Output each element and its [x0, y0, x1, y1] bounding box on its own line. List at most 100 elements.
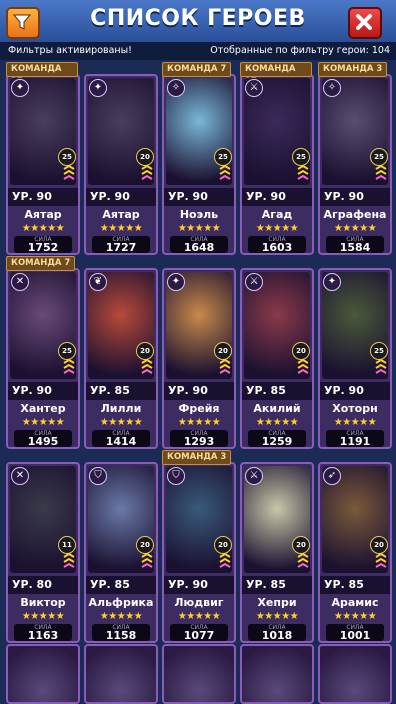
ascension-badge: 20	[292, 536, 310, 554]
hero-level: УР. 90	[168, 190, 208, 203]
level-row: УР. 85	[86, 382, 156, 400]
hero-card[interactable]: ✦ 20 УР. 90 Фрейя ★★★★★ СИЛА 1293	[162, 268, 236, 449]
level-row: УР. 90	[8, 382, 78, 400]
team-tag: КОМАНДА 7	[162, 62, 232, 77]
ascension-badge: 20	[136, 536, 154, 554]
hero-card[interactable]: ⚔ 20 УР. 85 Хепри ★★★★★ СИЛА 1018	[240, 462, 314, 643]
hero-card[interactable]: ✦ 20 УР. 90 Аятар ★★★★★ СИЛА 1727	[84, 74, 158, 255]
filter-info-bar: Фильтры активированы! Отобранные по филь…	[0, 42, 396, 60]
power-box: СИЛА 1077	[170, 624, 228, 642]
hero-power: 1293	[183, 435, 215, 448]
star-rating: ★★★★★	[177, 223, 221, 234]
hero-level: УР. 90	[12, 190, 52, 203]
shield-icon: ⛉	[89, 467, 107, 485]
ascension-badge: 20	[214, 342, 232, 360]
axe-icon: ✕	[11, 467, 29, 485]
hero-name: Лилли	[100, 402, 142, 415]
power-box: СИЛА 1727	[92, 236, 150, 254]
hero-power: 1158	[105, 629, 137, 642]
hero-card[interactable]: КОМАНДА 27 ✦ 25 УР. 90 Аятар ★★★★★ СИЛА …	[6, 62, 80, 255]
filters-status: Фильтры активированы!	[8, 45, 132, 56]
hero-level: УР. 90	[324, 190, 364, 203]
hero-name: Хепри	[257, 596, 297, 609]
team-tag: КОМАНДА 17	[240, 62, 312, 87]
selected-label: Отобранные по фильтру герои:	[210, 45, 369, 56]
hero-card[interactable]: КОМАНДА 7 ✧ 25 УР. 90 Ноэль ★★★★★ СИЛА 1…	[162, 62, 236, 255]
star-rating: ★★★★★	[99, 611, 143, 622]
rank-chevrons-icon	[219, 553, 231, 568]
hero-name: Людвиг	[174, 596, 224, 609]
power-box: СИЛА 1018	[248, 624, 306, 642]
level-row: УР. 90	[320, 382, 390, 400]
hero-card-partial[interactable]	[162, 644, 236, 704]
hero-card[interactable]: КОМАНДА 17 ⚔ 25 УР. 90 Агад ★★★★★ СИЛА 1…	[240, 62, 314, 255]
filters-state: активированы!	[56, 45, 132, 56]
hero-card[interactable]: ✦ 25 УР. 90 Хоторн ★★★★★ СИЛА 1191	[318, 268, 392, 449]
power-box: СИЛА 1158	[92, 624, 150, 642]
power-box: СИЛА 1191	[326, 430, 384, 448]
level-row: УР. 90	[86, 188, 156, 206]
ascension-badge: 25	[58, 148, 76, 166]
header-bar: СПИСОК ГЕРОЕВ	[0, 0, 396, 44]
hero-name: Аграфена	[323, 208, 387, 221]
ascension-badge: 20	[214, 536, 232, 554]
rank-chevrons-icon	[141, 165, 153, 180]
leaf-icon: ❦	[89, 273, 107, 291]
hero-power: 1077	[183, 629, 215, 642]
sword-icon: ⚔	[245, 273, 263, 291]
hero-card-partial[interactable]	[84, 644, 158, 704]
star-rating: ★★★★★	[333, 223, 377, 234]
ascension-badge: 11	[58, 536, 76, 554]
star-rating: ★★★★★	[255, 611, 299, 622]
star-rating: ★★★★★	[255, 417, 299, 428]
star-rating: ★★★★★	[333, 417, 377, 428]
hero-power: 1414	[105, 435, 137, 448]
page-title: СПИСОК ГЕРОЕВ	[90, 6, 306, 31]
star-rating: ★★★★★	[255, 223, 299, 234]
hero-card-partial[interactable]	[318, 644, 392, 704]
rank-chevrons-icon	[219, 165, 231, 180]
level-row: УР. 80	[8, 576, 78, 594]
hero-card[interactable]: ✕ 11 УР. 80 Виктор ★★★★★ СИЛА 1163	[6, 462, 80, 643]
hero-card[interactable]: ➶ 20 УР. 85 Арамис ★★★★★ СИЛА 1001	[318, 462, 392, 643]
bow-icon: ➶	[323, 467, 341, 485]
power-box: СИЛА 1163	[14, 624, 72, 642]
rank-chevrons-icon	[141, 553, 153, 568]
power-box: СИЛА 1495	[14, 430, 72, 448]
hero-name: Агад	[261, 208, 293, 221]
power-box: СИЛА 1752	[14, 236, 72, 254]
level-row: УР. 85	[320, 576, 390, 594]
team-tag: КОМАНДА 27	[6, 62, 78, 87]
hero-card[interactable]: ⚔ 20 УР. 85 Акилий ★★★★★ СИЛА 1259	[240, 268, 314, 449]
ascension-badge: 20	[292, 342, 310, 360]
ascension-badge: 20	[370, 536, 388, 554]
axe-icon: ✕	[11, 273, 29, 291]
hero-card-partial[interactable]	[240, 644, 314, 704]
hero-card[interactable]: КОМАНДА 7 ✕ 25 УР. 90 Хантер ★★★★★ СИЛА …	[6, 256, 80, 449]
magic-icon: ✦	[11, 79, 29, 97]
hero-power: 1603	[261, 241, 293, 254]
hero-name: Арамис	[331, 596, 379, 609]
sword-icon: ⚔	[245, 467, 263, 485]
level-row: УР. 85	[242, 576, 312, 594]
star-rating: ★★★★★	[21, 223, 65, 234]
hero-power: 1191	[339, 435, 371, 448]
hero-card[interactable]: КОМАНДА 3 ⛉ 20 УР. 90 Людвиг ★★★★★ СИЛА …	[162, 450, 236, 643]
rank-chevrons-icon	[219, 359, 231, 374]
power-box: СИЛА 1293	[170, 430, 228, 448]
shield-icon: ⛉	[167, 467, 185, 485]
ascension-badge: 20	[136, 342, 154, 360]
hero-card-partial[interactable]	[6, 644, 80, 704]
hero-level: УР. 80	[12, 578, 52, 591]
filters-label: Фильтры	[8, 45, 54, 56]
power-box: СИЛА 1001	[326, 624, 384, 642]
hero-card[interactable]: ⛉ 20 УР. 85 Альфрика ★★★★★ СИЛА 1158	[84, 462, 158, 643]
close-button[interactable]	[348, 7, 382, 39]
star-rating: ★★★★★	[21, 417, 65, 428]
hero-card[interactable]: ❦ 20 УР. 85 Лилли ★★★★★ СИЛА 1414	[84, 268, 158, 449]
hero-level: УР. 90	[168, 578, 208, 591]
hero-card[interactable]: КОМАНДА 3 ✧ 25 УР. 90 Аграфена ★★★★★ СИЛ…	[318, 62, 392, 255]
hero-power: 1018	[261, 629, 293, 642]
hero-level: УР. 90	[90, 190, 130, 203]
ascension-badge: 25	[214, 148, 232, 166]
